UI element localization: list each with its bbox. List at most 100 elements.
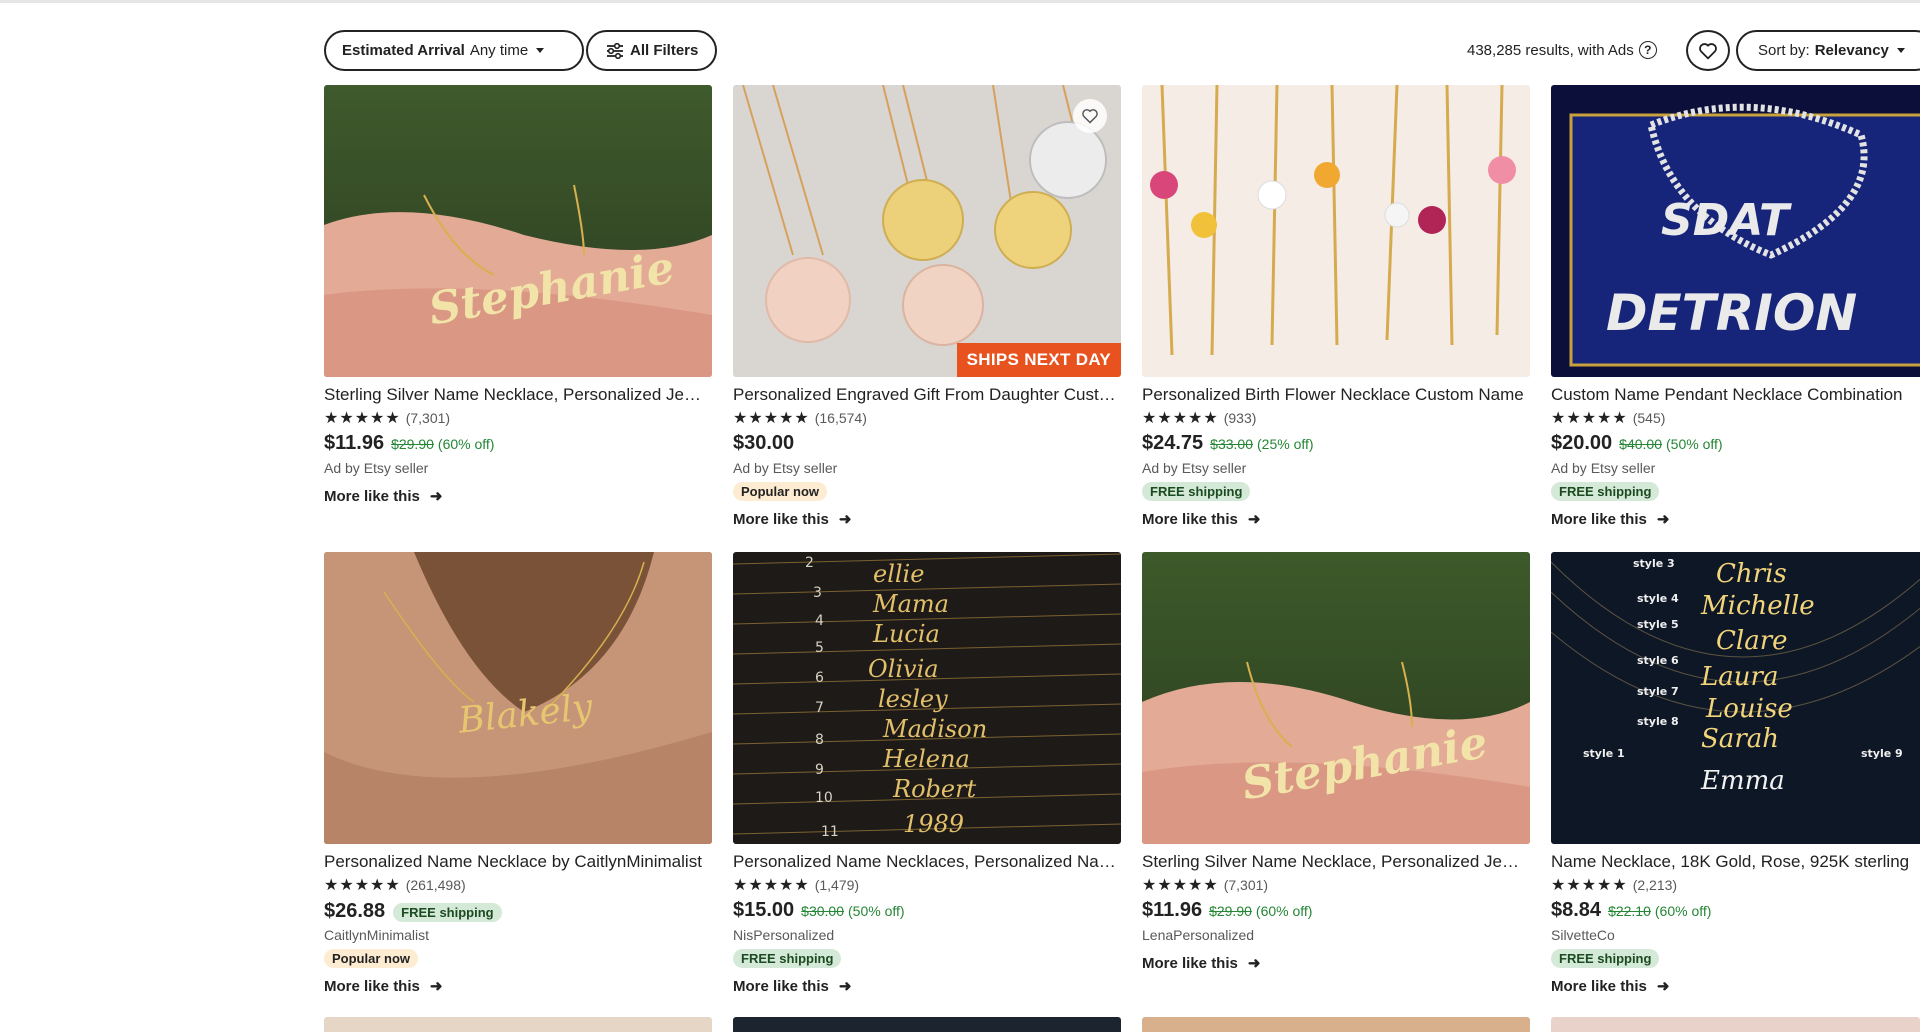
svg-text:style 3: style 3 [1633,557,1675,570]
listing-title[interactable]: Personalized Engraved Gift From Daughter… [733,385,1121,405]
listing-title[interactable]: Sterling Silver Name Necklace, Personali… [1142,852,1530,872]
arrow-right-icon: ➜ [1247,955,1261,972]
svg-text:3: 3 [813,585,822,601]
estimated-arrival-dropdown[interactable]: Estimated Arrival Any time [324,30,584,71]
review-count: (16,574) [814,410,867,426]
review-count: (1,479) [814,877,860,893]
listing-card[interactable]: SDAT DETRION Custom Name Pendant Necklac… [1551,85,1920,529]
more-like-this-link[interactable]: More like this ➜ [1551,509,1920,529]
listing-title[interactable]: Name Necklace, 18K Gold, Rose, 925K ster… [1551,852,1920,872]
free-shipping-badge: FREE shipping [393,903,502,922]
more-like-this-link[interactable]: More like this ➜ [324,976,712,996]
listing-image[interactable]: ellie Mama Lucia Olivia lesley Madison Helen… [733,552,1121,844]
listing-image[interactable] [1142,85,1530,377]
seller: Ad by Etsy seller [324,460,429,476]
listing-image[interactable]: Stephanie [1142,552,1530,844]
listing-card[interactable]: ellie Mama Lucia Olivia lesley Madison Helen… [733,552,1121,996]
review-count: (2,213) [1632,877,1678,893]
listing-card[interactable]: Chris Michelle Clare Laura Louise Sarah Emma… [1551,552,1920,996]
seller[interactable]: SilvetteCo [1551,927,1920,945]
listing-image-partial[interactable] [324,1017,712,1032]
listing-card[interactable]: Stephanie Sterling Silver Name Necklace,… [324,85,712,506]
more-like-this-label: More like this [324,487,420,505]
price-row: $30.00 [733,432,1121,456]
price: $15.00 [733,899,795,921]
help-icon[interactable]: ? [1638,41,1657,59]
listing-image[interactable]: SDAT DETRION [1551,85,1920,377]
listing-image[interactable]: Blakely [324,552,712,844]
seller[interactable]: LenaPersonalized [1142,927,1530,945]
listing-card[interactable]: Personalized Birth Flower Necklace Custo… [1142,85,1530,529]
listing-card[interactable]: SHIPS NEXT DAY Personalized Engraved Gif… [733,85,1121,529]
svg-text:Clare: Clare [1716,626,1788,656]
star-rating-icon: ★★★★★ [1142,410,1219,427]
sort-dropdown[interactable]: Sort by: Relevancy [1736,30,1920,71]
listing-card[interactable]: Stephanie Sterling Silver Name Necklace,… [1142,552,1530,973]
listing-image[interactable]: SHIPS NEXT DAY [733,85,1121,377]
listing-image-partial[interactable] [1551,1017,1920,1032]
free-shipping-badge: FREE shipping [733,949,842,968]
price: $11.96 [1142,899,1203,921]
original-price: $30.00 [801,903,844,919]
discount: (60% off) [1654,903,1712,919]
results-count: 438,285 results, with Ads ? [1467,41,1657,59]
arrival-value: Any time [469,42,529,59]
rating: ★★★★★ (7,301) [1142,875,1530,895]
price: $30.00 [733,432,795,454]
svg-text:6: 6 [815,670,824,686]
listing-title[interactable]: Sterling Silver Name Necklace, Personali… [324,385,712,405]
arrow-right-icon: ➜ [838,978,852,995]
price: $8.84 [1551,899,1602,921]
svg-text:lesley: lesley [878,685,948,713]
price: $24.75 [1142,432,1204,454]
seller: Ad by Etsy seller [733,460,838,476]
svg-text:Emma: Emma [1700,766,1785,796]
svg-text:8: 8 [815,732,824,748]
star-rating-icon: ★★★★★ [324,410,401,427]
star-rating-icon: ★★★★★ [733,410,810,427]
price-row: $26.88 FREE shipping [324,899,712,923]
ships-next-day-badge: SHIPS NEXT DAY [956,343,1121,377]
listing-title[interactable]: Personalized Name Necklaces, Personalize… [733,852,1121,872]
listing-title[interactable]: Custom Name Pendant Necklace Combination [1551,385,1920,405]
arrow-right-icon: ➜ [429,978,443,995]
more-like-this-label: More like this [324,977,420,995]
svg-text:style 6: style 6 [1637,654,1679,667]
svg-text:Olivia: Olivia [868,655,939,683]
seller: Ad by Etsy seller [1142,460,1247,476]
svg-text:Madison: Madison [882,715,987,743]
seller[interactable]: NisPersonalized [733,927,1121,945]
review-count: (7,301) [405,410,451,426]
price-row: $15.00 $30.00 (50% off) [733,899,1121,923]
favorite-heart-button[interactable] [1073,99,1107,133]
star-rating-icon: ★★★★★ [1551,410,1628,427]
original-price: $40.00 [1619,436,1662,452]
listing-title[interactable]: Personalized Birth Flower Necklace Custo… [1142,385,1530,405]
price-row: $24.75 $33.00 (25% off) [1142,432,1530,456]
arrow-right-icon: ➜ [1656,978,1670,995]
more-like-this-link[interactable]: More like this ➜ [733,509,1121,529]
discount: (60% off) [1255,903,1313,919]
listing-title[interactable]: Personalized Name Necklace by CaitlynMin… [324,852,712,872]
save-search-heart-button[interactable] [1686,30,1730,71]
listing-image-partial[interactable] [1142,1017,1530,1032]
more-like-this-link[interactable]: More like this ➜ [324,486,712,506]
listing-card[interactable]: Blakely Personalized Name Necklace by Ca… [324,552,712,996]
listing-image-partial[interactable] [733,1017,1121,1032]
more-like-this-link[interactable]: More like this ➜ [733,976,1121,996]
rating: ★★★★★ (7,301) [324,408,712,428]
discount: (60% off) [437,436,495,452]
seller[interactable]: CaitlynMinimalist [324,927,712,945]
listing-image[interactable]: Stephanie [324,85,712,377]
listing-image[interactable]: Chris Michelle Clare Laura Louise Sarah Emma… [1551,552,1920,844]
all-filters-button[interactable]: All Filters [586,30,717,71]
more-like-this-link[interactable]: More like this ➜ [1142,953,1530,973]
review-count: (933) [1223,410,1257,426]
heart-icon [1699,42,1717,59]
svg-text:5: 5 [815,640,824,656]
more-like-this-link[interactable]: More like this ➜ [1142,509,1530,529]
svg-text:11: 11 [821,824,839,840]
more-like-this-link[interactable]: More like this ➜ [1551,976,1920,996]
svg-text:style 4: style 4 [1637,592,1679,605]
top-divider [0,0,1920,3]
